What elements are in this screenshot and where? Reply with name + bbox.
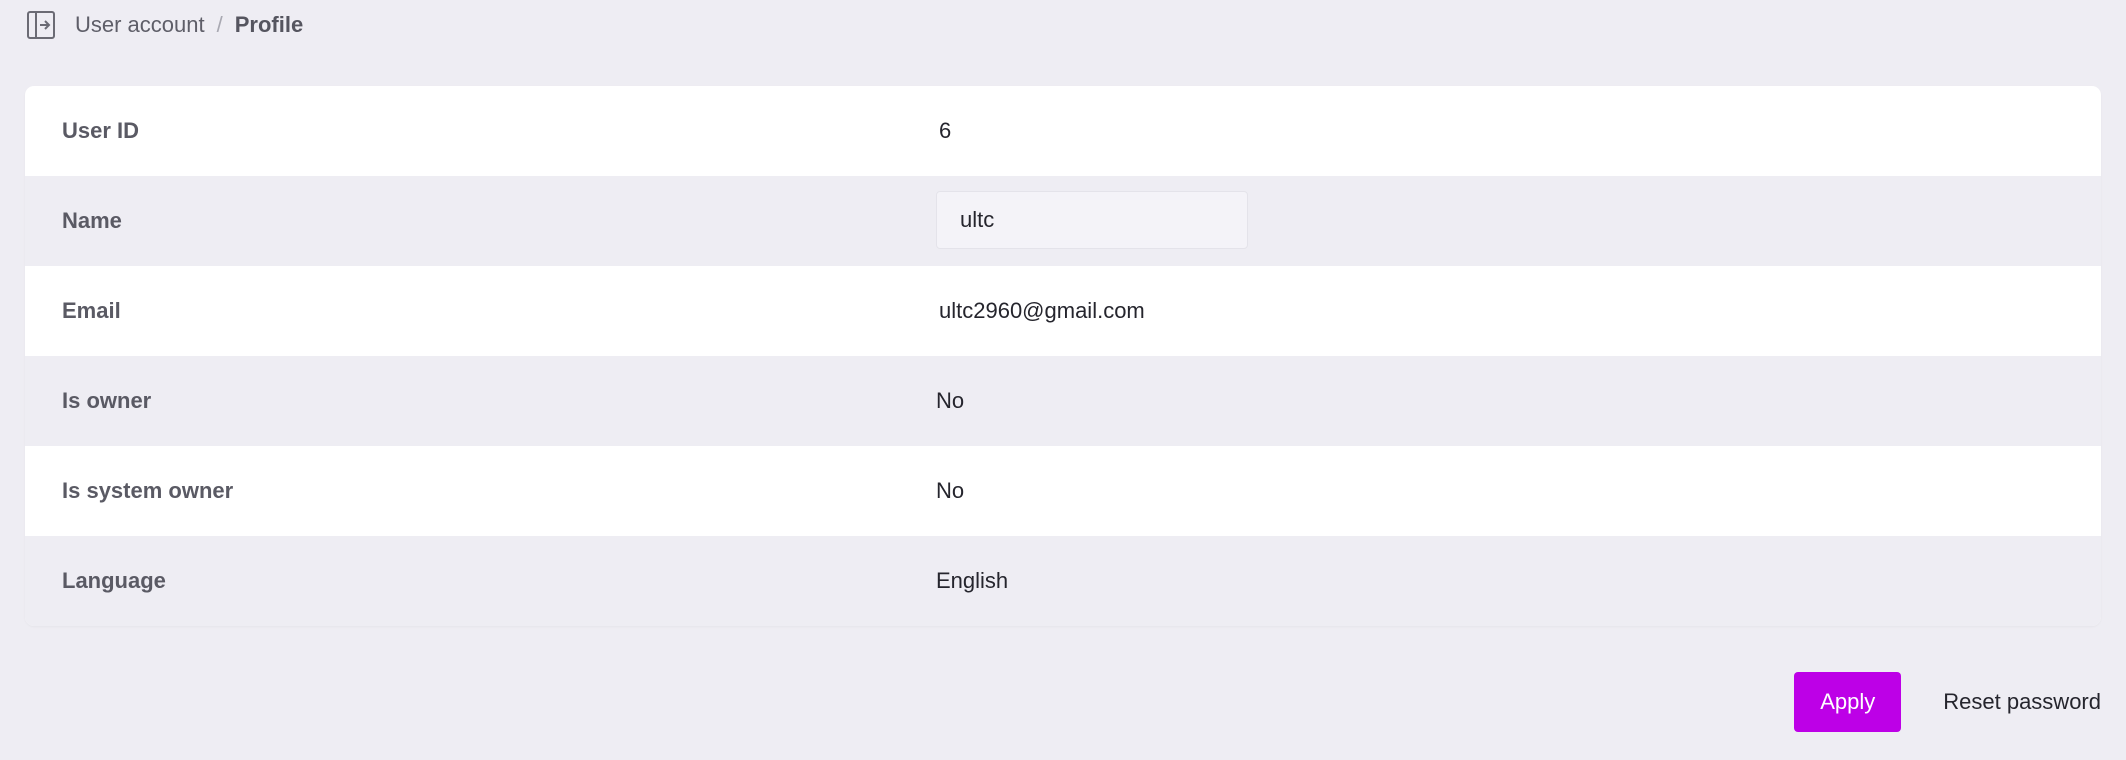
breadcrumb-profile: Profile [234,12,304,37]
user-id-value: 6 [939,118,952,143]
breadcrumb-separator: / [216,12,223,37]
profile-card: User ID 6 Name Email ultc2960@gmail.com … [25,86,2101,626]
is-owner-label: Is owner [62,388,152,413]
breadcrumb: User account / Profile [75,12,303,38]
name-input[interactable] [936,191,1248,249]
top-bar: User account / Profile [25,8,303,42]
name-label: Name [62,208,122,233]
user-id-label: User ID [62,118,140,143]
is-system-owner-value: No [936,478,965,503]
language-label: Language [62,568,166,593]
is-system-owner-row: Is system owner No [25,446,2101,536]
user-id-row: User ID 6 [25,86,2101,176]
form-actions: Apply Reset password [1794,672,2101,732]
language-row: Language English [25,536,2101,626]
email-row: Email ultc2960@gmail.com [25,266,2101,356]
breadcrumb-user-account[interactable]: User account [75,12,205,38]
is-owner-value: No [936,388,965,413]
is-system-owner-label: Is system owner [62,478,234,503]
reset-password-button[interactable]: Reset password [1923,672,2101,732]
email-value: ultc2960@gmail.com [939,298,1145,323]
is-owner-row: Is owner No [25,356,2101,446]
email-label: Email [62,298,121,323]
apply-button[interactable]: Apply [1794,672,1902,732]
name-row: Name [25,176,2101,266]
language-value[interactable]: English [936,568,1008,594]
sidebar-toggle-icon[interactable] [25,9,57,41]
